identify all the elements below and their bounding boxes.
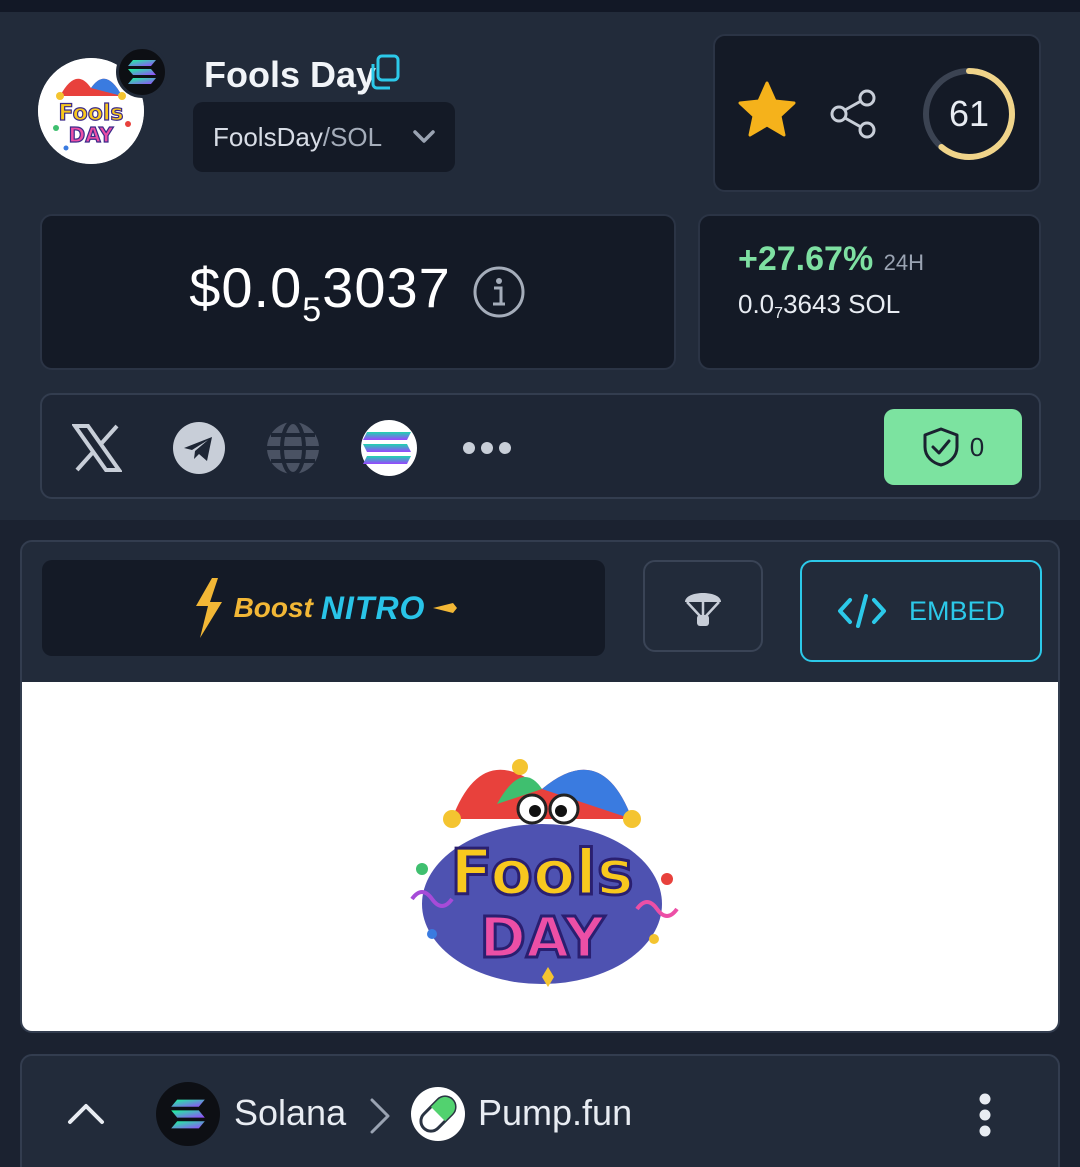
audit-count: 0	[969, 431, 985, 462]
x-twitter-link[interactable]	[68, 419, 126, 477]
top-status-strip	[0, 0, 1080, 12]
change-percent: +27.67%	[738, 240, 874, 278]
share-icon[interactable]	[827, 88, 879, 140]
boost-label: Boost	[233, 592, 313, 623]
telegram-link[interactable]	[170, 419, 228, 477]
pair-base: FoolsDay	[213, 121, 323, 152]
nitro-label: NITRO	[320, 589, 426, 626]
token-banner-image: Fools DAY	[22, 682, 1058, 1031]
solscan-link[interactable]	[360, 419, 418, 477]
more-dots-icon	[463, 442, 511, 454]
price-change-panel: +27.67% 24H 0.073643 SOL	[698, 214, 1041, 370]
airdrop-button[interactable]	[643, 560, 763, 652]
promo-section: Boost NITRO EMBED Fools DAY	[20, 540, 1060, 1033]
trust-score-value: 61	[948, 93, 990, 134]
token-name: Fools Day	[204, 54, 377, 95]
chain-breadcrumb: Solana Pump.fun	[20, 1054, 1060, 1167]
copy-icon[interactable]	[368, 54, 402, 90]
globe-icon	[267, 420, 319, 476]
info-icon[interactable]	[471, 264, 527, 320]
token-actions: 61	[713, 34, 1041, 192]
audit-button[interactable]: 0	[884, 409, 1022, 485]
solana-icon	[171, 1099, 205, 1129]
more-links-button[interactable]	[458, 419, 516, 477]
nitro-flame-icon	[433, 603, 458, 613]
embed-button[interactable]: EMBED	[800, 560, 1042, 662]
pair-selector[interactable]: FoolsDay / SOL	[193, 102, 455, 172]
usd-price: $0.053037	[189, 255, 451, 329]
solana-explorer-icon	[361, 420, 417, 476]
social-links-bar: 0	[40, 393, 1041, 499]
website-link[interactable]	[264, 419, 322, 477]
banner-text-bottom: DAY	[479, 906, 605, 971]
solana-logo-icon	[156, 1082, 220, 1146]
telegram-icon	[173, 422, 225, 474]
sol-price: 0.073643 SOL	[738, 289, 901, 322]
solana-icon	[128, 60, 156, 84]
chevron-up-icon[interactable]	[66, 1098, 106, 1128]
chevron-right-icon	[370, 1098, 390, 1134]
pair-separator: /	[322, 121, 331, 152]
logo-text-bottom: DAY	[69, 123, 114, 147]
lightning-icon	[195, 578, 222, 638]
chevron-down-icon	[413, 130, 435, 143]
solana-chain-badge	[116, 46, 168, 98]
parachute-icon	[685, 593, 721, 626]
embed-label: EMBED	[908, 595, 1006, 626]
breadcrumb-chain[interactable]: Solana	[234, 1092, 346, 1134]
change-period: 24H	[883, 250, 924, 275]
boost-nitro-button[interactable]: Boost NITRO	[42, 560, 605, 656]
breadcrumb-dex[interactable]: Pump.fun	[478, 1092, 632, 1134]
star-icon[interactable]	[737, 80, 797, 140]
shield-check-icon	[923, 427, 959, 467]
pair-quote: SOL	[330, 121, 383, 152]
code-icon	[837, 594, 886, 628]
kebab-menu-icon[interactable]	[972, 1092, 998, 1138]
price-panel: $0.053037	[40, 214, 676, 370]
pump-fun-icon	[411, 1087, 465, 1141]
fools-day-banner-logo: Fools DAY	[410, 758, 679, 987]
x-icon	[72, 424, 122, 472]
banner-text-top: Fools	[450, 836, 633, 909]
